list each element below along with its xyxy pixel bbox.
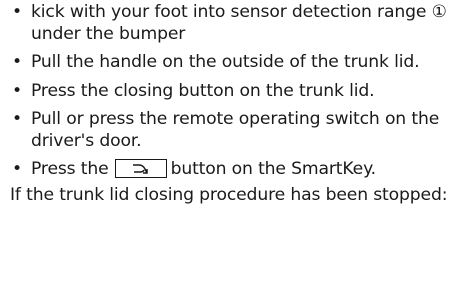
- callout-marker: ①: [431, 2, 447, 22]
- item-text: button on the SmartKey.: [170, 159, 377, 179]
- item-text: Press the closing button on the trunk li…: [31, 80, 375, 101]
- item-text: Press the: [31, 159, 109, 179]
- bullet: •: [12, 80, 22, 101]
- list-item: • kick with your foot into sensor detect…: [12, 2, 458, 45]
- list-item: • Press the button on the SmartKey.: [12, 159, 458, 181]
- bullet: •: [12, 2, 22, 22]
- trunk-close-key: [114, 159, 167, 178]
- item-text: kick with your foot into sensor detectio…: [31, 2, 432, 22]
- bullet: •: [12, 159, 22, 179]
- list-item: • Press the closing button on the trunk …: [12, 81, 458, 103]
- list-item: • Pull or press the remote operating swi…: [12, 109, 458, 152]
- trunk-close-icon: [132, 164, 148, 174]
- instruction-list: • kick with your foot into sensor detect…: [10, 2, 458, 206]
- conditional-note: If the trunk lid closing procedure has b…: [10, 184, 448, 205]
- item-text: Pull the handle on the outside of the tr…: [31, 52, 420, 72]
- list-item: • Pull the handle on the outside of the …: [12, 52, 458, 74]
- item-text: under the bumper: [31, 23, 186, 44]
- bullet: •: [12, 52, 22, 72]
- bullet: •: [12, 109, 22, 129]
- item-text: Pull or press the remote operating switc…: [31, 109, 440, 151]
